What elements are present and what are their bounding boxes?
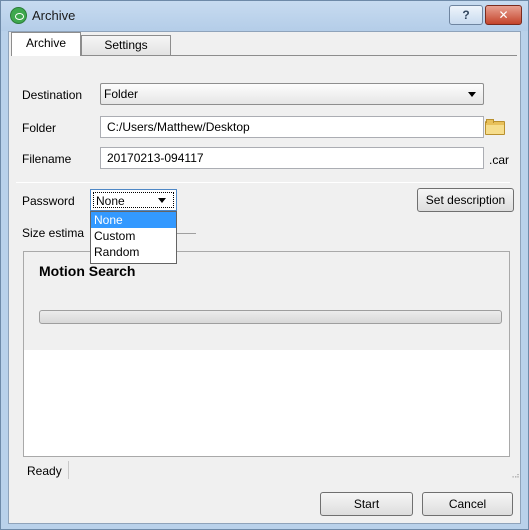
status-text: Ready [27, 464, 62, 478]
status-divider [68, 461, 69, 479]
tab-settings[interactable]: Settings [81, 35, 171, 56]
password-option-custom[interactable]: Custom [91, 228, 176, 244]
close-button[interactable]: ✕ [485, 5, 522, 25]
size-estimate-line [177, 233, 196, 234]
cancel-button[interactable]: Cancel [422, 492, 513, 516]
filename-extension: .car [489, 153, 510, 167]
divider [16, 182, 510, 183]
progress-title: Motion Search [39, 263, 136, 279]
start-button[interactable]: Start [320, 492, 413, 516]
filename-field[interactable]: 20170213-094117 [100, 147, 484, 169]
password-option-none[interactable]: None [91, 212, 176, 228]
chevron-down-icon [158, 198, 166, 203]
set-description-button[interactable]: Set description [417, 188, 514, 212]
eye-app-icon [10, 7, 27, 24]
window-title: Archive [32, 8, 76, 23]
destination-value: Folder [104, 87, 139, 101]
progress-bar [39, 310, 502, 324]
tab-archive[interactable]: Archive [11, 32, 81, 56]
archive-window: Archive ? ✕ Archive Settings Destination… [0, 0, 529, 530]
folder-field[interactable]: C:/Users/Matthew/Desktop [100, 116, 484, 138]
resize-grip-icon[interactable]: ⠠⠴ [509, 471, 520, 480]
filename-label: Filename [22, 152, 72, 166]
destination-select[interactable]: Folder [100, 83, 484, 105]
folder-label: Folder [22, 121, 57, 135]
password-label: Password [22, 194, 75, 208]
password-dropdown-list: None Custom Random [90, 211, 177, 264]
chevron-down-icon [468, 92, 476, 97]
browse-folder-icon[interactable] [485, 119, 505, 135]
help-button[interactable]: ? [449, 5, 483, 25]
progress-panel [23, 251, 510, 457]
password-select[interactable]: None [90, 189, 177, 211]
size-estimate-label: Size estima [22, 226, 85, 240]
title-bar[interactable]: Archive ? ✕ [1, 1, 528, 31]
password-option-random[interactable]: Random [91, 244, 176, 260]
destination-label: Destination [22, 88, 83, 102]
